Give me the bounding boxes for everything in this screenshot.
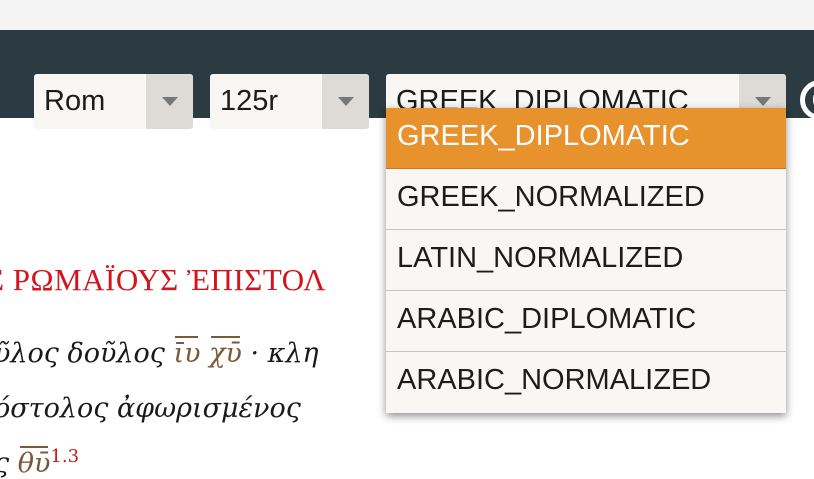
folio-select-value: 125r [220,85,279,117]
nomen-sacrum[interactable]: χῡ [209,338,242,369]
text-line-3: ς θῡ1.3 [0,446,79,479]
chevron-down-icon [338,97,354,106]
text-segment: ς [0,448,18,479]
book-select-toggle[interactable] [146,74,193,129]
toolbar: Rom 125r GREEK_DIPLOMATIC [0,30,814,129]
book-select[interactable]: Rom [34,74,193,129]
dropdown-option-latin-normalized[interactable]: LATIN_NORMALIZED [386,230,786,291]
view-select-dropdown: GREEK_DIPLOMATIC GREEK_NORMALIZED LATIN_… [386,108,786,413]
dropdown-option-greek-normalized[interactable]: GREEK_NORMALIZED [386,169,786,230]
verse-number: 1.3 [50,446,80,467]
dropdown-option-arabic-diplomatic[interactable]: ARABIC_DIPLOMATIC [386,291,786,352]
folio-select[interactable]: 125r [210,74,369,129]
text-segment [200,338,209,369]
text-segment: · κλη [241,338,319,369]
chevron-down-icon [755,97,771,106]
dropdown-option-arabic-normalized[interactable]: ARABIC_NORMALIZED [386,352,786,413]
nomen-sacrum[interactable]: θῡ [18,448,51,479]
folio-select-toggle[interactable] [322,74,369,129]
text-line-1: ῦλος δοῦλος ῑυ χῡ · κλη [0,338,319,369]
dropdown-option-greek-diplomatic[interactable]: GREEK_DIPLOMATIC [386,108,786,169]
browser-top-strip [0,0,814,30]
chevron-down-icon [162,97,178,106]
nomen-sacrum[interactable]: ῑυ [173,338,200,369]
globe-icon[interactable] [800,80,814,120]
epistle-title: Σ ΡΩΜΑΪΟΥΣ ἘΠΙΣΤΟΛ [0,262,327,297]
text-line-2: όστολος ἀφωρισμένος [0,393,301,424]
text-segment: ῦλος δοῦλος [0,338,174,369]
book-select-value: Rom [44,85,106,117]
